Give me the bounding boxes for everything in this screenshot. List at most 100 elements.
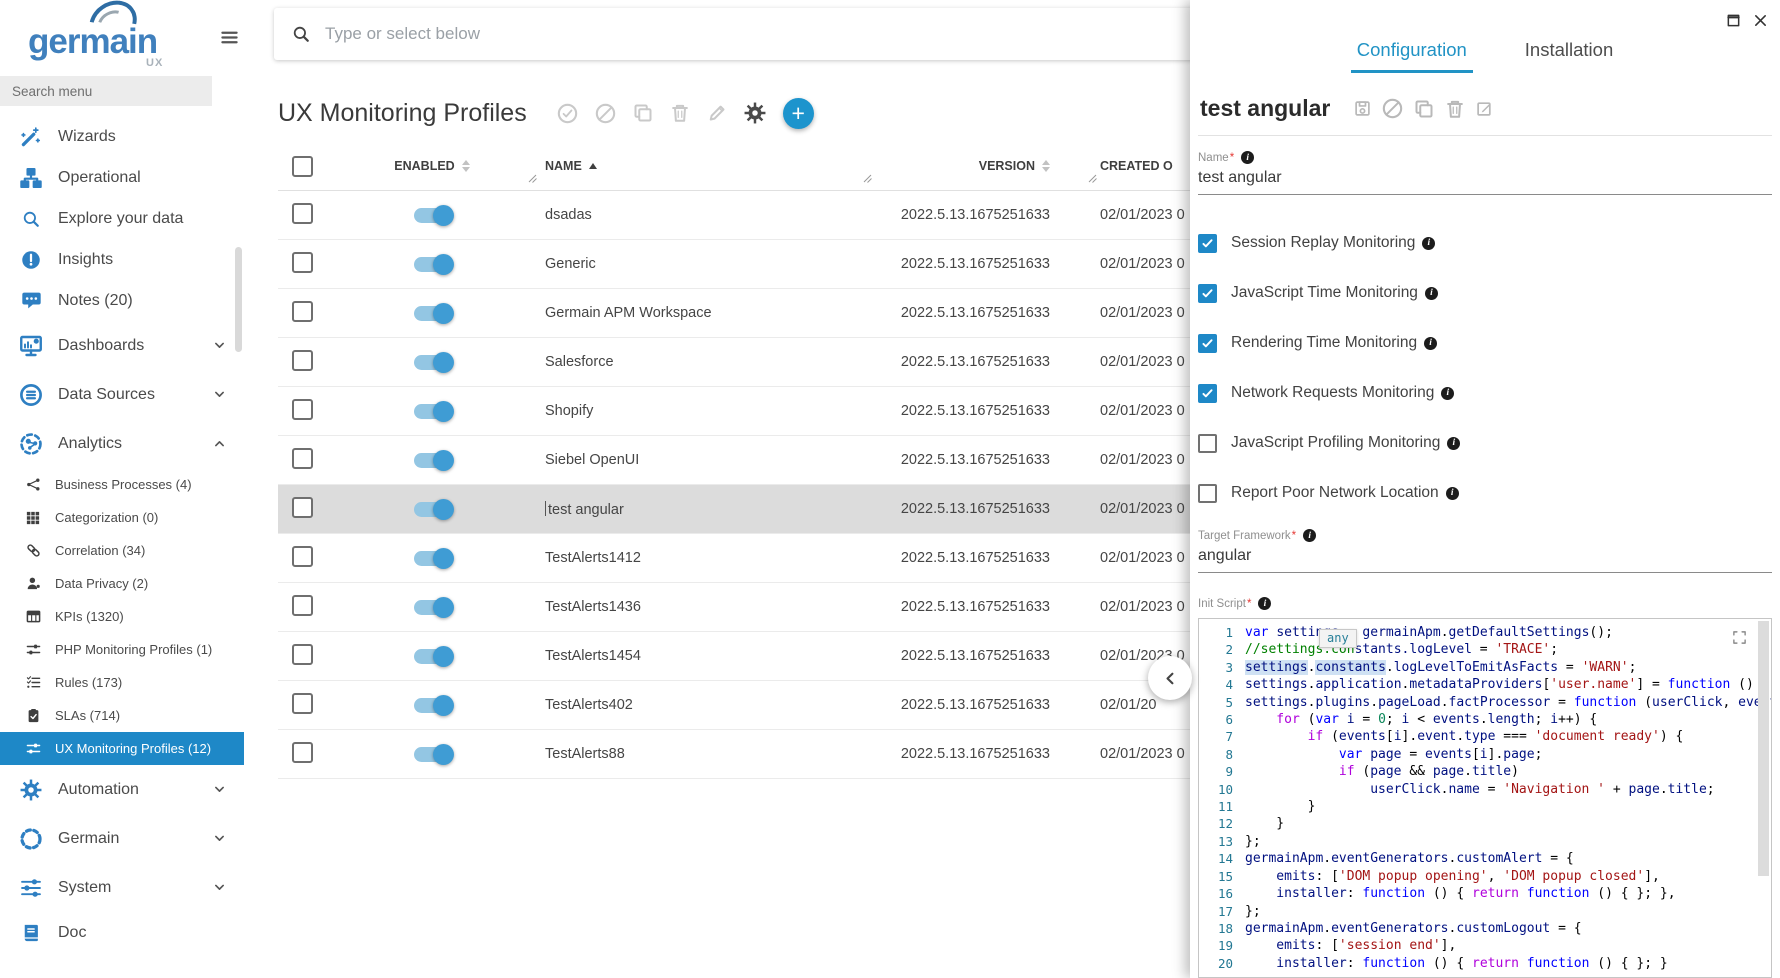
- code-line: 2//settings.constants.logLevel = 'TRACE'…: [1199, 641, 1771, 658]
- column-label: CREATED O: [1100, 159, 1173, 173]
- fullscreen-icon[interactable]: [1732, 630, 1747, 645]
- popout-button[interactable]: [1726, 9, 1741, 31]
- chevdown-icon: [213, 783, 226, 796]
- enabled-toggle[interactable]: [414, 698, 451, 713]
- row-checkbox[interactable]: [292, 644, 313, 665]
- sort-icon[interactable]: [1042, 160, 1050, 172]
- column-header-enabled[interactable]: ENABLED: [332, 142, 532, 190]
- report-poor-network-location-checkbox[interactable]: [1198, 484, 1217, 503]
- sidebar-subitem-business-processes-4[interactable]: Business Processes (4): [0, 468, 244, 501]
- row-checkbox[interactable]: [292, 595, 313, 616]
- row-checkbox[interactable]: [292, 252, 313, 273]
- tab-installation[interactable]: Installation: [1519, 33, 1619, 73]
- column-label: NAME: [545, 159, 582, 173]
- column-header-version[interactable]: VERSION: [867, 142, 1092, 190]
- target-framework-field[interactable]: Target Framework*i angular: [1198, 529, 1772, 573]
- sidebar-subitem-ux-monitoring-profiles-12[interactable]: UX Monitoring Profiles (12): [0, 732, 244, 765]
- sort-icon[interactable]: [462, 160, 470, 172]
- profile-name: TestAlerts1412: [545, 550, 641, 566]
- copy-button[interactable]: [1414, 98, 1434, 119]
- delete-button[interactable]: [670, 103, 690, 123]
- sidebar-item-automation[interactable]: Automation: [0, 765, 244, 814]
- sidebar-item-data-sources[interactable]: Data Sources: [0, 370, 244, 419]
- sidebar-item-germain[interactable]: Germain: [0, 814, 244, 863]
- save-button[interactable]: [1354, 98, 1371, 119]
- code-line: 14germainApm.eventGenerators.customAlert…: [1199, 850, 1771, 867]
- column-header-name[interactable]: NAME: [532, 142, 867, 190]
- sidebar-item-doc[interactable]: Doc: [0, 912, 244, 953]
- sort-asc-icon[interactable]: [589, 163, 597, 169]
- option-network-requests-monitoring: Network Requests Monitoringi: [1198, 383, 1772, 403]
- code-line: 18germainApm.eventGenerators.customLogou…: [1199, 920, 1771, 937]
- edit-button[interactable]: [1476, 98, 1493, 119]
- sidebar-scrollbar[interactable]: [235, 247, 242, 352]
- sidebar-subitem-kpis-1320[interactable]: KPIs (1320): [0, 600, 244, 633]
- enabled-toggle[interactable]: [414, 404, 451, 419]
- enabled-toggle[interactable]: [414, 649, 451, 664]
- close-button[interactable]: [1753, 9, 1768, 31]
- sidebar-subitem-rules-173[interactable]: Rules (173): [0, 666, 244, 699]
- sidebar-item-dashboards[interactable]: Dashboards: [0, 321, 244, 370]
- session-replay-monitoring-checkbox[interactable]: [1198, 234, 1217, 253]
- sidebar-subitem-data-privacy-2[interactable]: Data Privacy (2): [0, 567, 244, 600]
- sidebar-item-insights[interactable]: Insights: [0, 239, 244, 280]
- target-framework-value[interactable]: angular: [1198, 547, 1772, 573]
- select-all-checkbox[interactable]: [292, 156, 313, 177]
- row-checkbox[interactable]: [292, 497, 313, 518]
- sidebar-subitem-correlation-34[interactable]: Correlation (34): [0, 534, 244, 567]
- javascript-time-monitoring-checkbox[interactable]: [1198, 284, 1217, 303]
- enabled-toggle[interactable]: [414, 747, 451, 762]
- row-checkbox[interactable]: [292, 546, 313, 567]
- tab-configuration[interactable]: Configuration: [1351, 33, 1473, 73]
- trash-icon: [670, 103, 690, 123]
- row-checkbox[interactable]: [292, 350, 313, 371]
- hamburger-menu-icon[interactable]: [220, 28, 239, 47]
- add-button[interactable]: +: [783, 98, 814, 129]
- sidebar-item-system[interactable]: System: [0, 863, 244, 912]
- sidebar-item-analytics[interactable]: Analytics: [0, 419, 244, 468]
- disable-button[interactable]: [1382, 98, 1403, 119]
- javascript-profiling-monitoring-checkbox[interactable]: [1198, 434, 1217, 453]
- delete-button[interactable]: [1445, 98, 1465, 119]
- enabled-toggle[interactable]: [414, 257, 451, 272]
- editor-scrollbar[interactable]: [1758, 621, 1769, 876]
- edit-button[interactable]: [707, 103, 727, 123]
- line-number: 7: [1199, 728, 1233, 745]
- sidebar-item-wizards[interactable]: Wizards: [0, 116, 244, 157]
- dashed-circle-icon: [16, 827, 46, 851]
- enabled-toggle[interactable]: [414, 600, 451, 615]
- sidebar-item-explore-your-data[interactable]: Explore your data: [0, 198, 244, 239]
- enabled-toggle[interactable]: [414, 208, 451, 223]
- row-checkbox[interactable]: [292, 693, 313, 714]
- checkbox-label: Session Replay Monitoring: [1231, 234, 1415, 252]
- sidebar-subitem-categorization-0[interactable]: Categorization (0): [0, 501, 244, 534]
- sidebar-item-notes-20[interactable]: Notes (20): [0, 280, 244, 321]
- row-checkbox[interactable]: [292, 742, 313, 763]
- menu-search-input[interactable]: [0, 76, 212, 106]
- collapse-panel-button[interactable]: [1148, 656, 1192, 700]
- sliders-icon: [24, 642, 42, 657]
- row-checkbox[interactable]: [292, 448, 313, 469]
- rendering-time-monitoring-checkbox[interactable]: [1198, 334, 1217, 353]
- approve-button[interactable]: [557, 103, 578, 124]
- row-checkbox[interactable]: [292, 301, 313, 322]
- enabled-toggle[interactable]: [414, 355, 451, 370]
- sidebar-item-operational[interactable]: Operational: [0, 157, 244, 198]
- copy-button[interactable]: [633, 103, 653, 123]
- init-script-editor[interactable]: any 1var settings = germainApm.getDefaul…: [1198, 618, 1772, 978]
- line-number: 16: [1199, 885, 1233, 902]
- row-checkbox[interactable]: [292, 203, 313, 224]
- settings-button[interactable]: [744, 102, 766, 124]
- name-field-value[interactable]: test angular: [1198, 169, 1772, 195]
- enabled-toggle[interactable]: [414, 453, 451, 468]
- disable-button[interactable]: [595, 103, 616, 124]
- enabled-toggle[interactable]: [414, 306, 451, 321]
- info-icon: i: [1241, 151, 1254, 164]
- name-field[interactable]: Name*i test angular: [1198, 151, 1772, 195]
- enabled-toggle[interactable]: [414, 502, 451, 517]
- sidebar-subitem-slas-714[interactable]: SLAs (714): [0, 699, 244, 732]
- row-checkbox[interactable]: [292, 399, 313, 420]
- enabled-toggle[interactable]: [414, 551, 451, 566]
- network-requests-monitoring-checkbox[interactable]: [1198, 384, 1217, 403]
- sidebar-subitem-php-monitoring-profiles-1[interactable]: PHP Monitoring Profiles (1): [0, 633, 244, 666]
